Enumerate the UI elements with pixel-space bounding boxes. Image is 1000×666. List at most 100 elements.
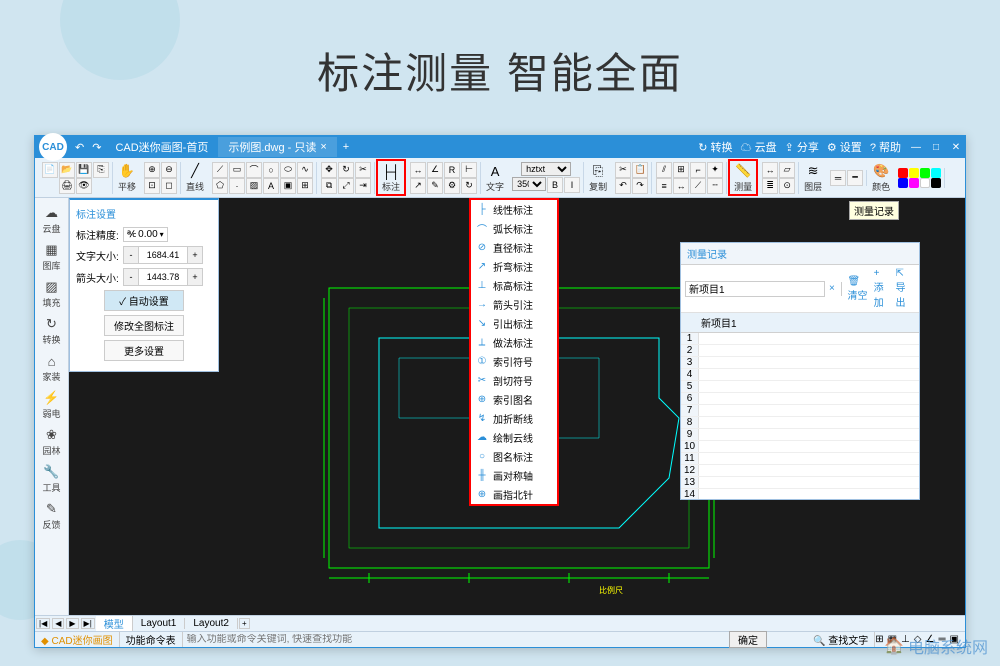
dropdown-item-10[interactable]: ⊕索引图名 bbox=[471, 390, 557, 409]
print-icon[interactable]: 🖨 bbox=[59, 178, 75, 194]
tab-home[interactable]: CAD迷你画图-首页 bbox=[105, 137, 218, 157]
close-button[interactable]: ✕ bbox=[947, 139, 965, 155]
linetype-icon[interactable]: ═ bbox=[830, 170, 846, 186]
block-icon[interactable]: ▣ bbox=[280, 178, 296, 194]
sidebar-item-3[interactable]: ↻转换 bbox=[37, 313, 67, 348]
project-input[interactable] bbox=[685, 281, 825, 297]
polygon-icon[interactable]: ⬠ bbox=[212, 178, 228, 194]
tab-next-icon[interactable]: ▶ bbox=[66, 618, 78, 629]
tab-first-icon[interactable]: |◀ bbox=[36, 618, 50, 629]
share-button[interactable]: ⇪ 分享 bbox=[785, 139, 819, 155]
add-button[interactable]: + 添加 bbox=[874, 268, 892, 309]
export-button[interactable]: ⇱ 导出 bbox=[896, 268, 915, 309]
lineweight-icon[interactable]: ━ bbox=[847, 170, 863, 186]
copy-button[interactable]: ⎘ 复制 bbox=[585, 161, 611, 194]
dim-continue-icon[interactable]: ⊢ bbox=[461, 162, 477, 178]
project-close-icon[interactable]: × bbox=[829, 283, 835, 294]
arrowsize-input[interactable] bbox=[138, 269, 188, 285]
fillet-icon[interactable]: ⌐ bbox=[690, 162, 706, 178]
dropdown-item-8[interactable]: ①索引符号 bbox=[471, 352, 557, 371]
list-row[interactable]: 9 bbox=[681, 429, 919, 441]
list-row[interactable]: 11 bbox=[681, 453, 919, 465]
zoomin-icon[interactable]: ⊕ bbox=[144, 162, 160, 178]
list-row[interactable]: 7 bbox=[681, 405, 919, 417]
tab-last-icon[interactable]: ▶| bbox=[81, 618, 95, 629]
dim-linear-icon[interactable]: ↔ bbox=[410, 162, 426, 178]
color-blue[interactable] bbox=[898, 178, 908, 188]
maximize-button[interactable]: □ bbox=[927, 139, 945, 155]
tab-close-icon[interactable]: × bbox=[320, 141, 326, 153]
app-logo[interactable]: CAD bbox=[39, 133, 67, 161]
sidebar-item-2[interactable]: ▨填充 bbox=[37, 276, 67, 311]
move-icon[interactable]: ✥ bbox=[321, 162, 337, 178]
dropdown-item-7[interactable]: ⟂做法标注 bbox=[471, 333, 557, 352]
more-settings-button[interactable]: 更多设置 bbox=[104, 340, 184, 361]
layout1-tab[interactable]: Layout1 bbox=[133, 618, 186, 629]
convert-button[interactable]: ↻ 转换 bbox=[698, 139, 732, 155]
area-icon[interactable]: ▱ bbox=[779, 162, 795, 178]
leader-icon[interactable]: ↗ bbox=[410, 178, 426, 194]
color-black[interactable] bbox=[931, 178, 941, 188]
dim-edit-icon[interactable]: ✎ bbox=[427, 178, 443, 194]
list-row[interactable]: 5 bbox=[681, 381, 919, 393]
text-icon[interactable]: A bbox=[263, 178, 279, 194]
dropdown-item-5[interactable]: →箭头引注 bbox=[471, 295, 557, 314]
tab-document[interactable]: 示例图.dwg - 只读× bbox=[218, 137, 336, 157]
textsize-stepper[interactable]: - + bbox=[123, 246, 203, 264]
id-icon[interactable]: ⊙ bbox=[779, 178, 795, 194]
arc-icon[interactable]: ⌒ bbox=[246, 162, 262, 178]
inc-button[interactable]: + bbox=[188, 247, 202, 263]
zoom-fit-icon[interactable]: ⊡ bbox=[144, 178, 160, 194]
color-yellow[interactable] bbox=[909, 168, 919, 178]
measure-button[interactable]: 📏 测量 bbox=[728, 159, 758, 196]
help-button[interactable]: ? 帮助 bbox=[870, 139, 901, 155]
arrowsize-stepper[interactable]: - + bbox=[123, 268, 203, 286]
hatch-icon[interactable]: ▨ bbox=[246, 178, 262, 194]
cut-icon[interactable]: ✂ bbox=[615, 162, 631, 178]
tab-add-icon[interactable]: + bbox=[337, 141, 355, 153]
stretch-icon[interactable]: ↔ bbox=[673, 178, 689, 194]
color-cyan[interactable] bbox=[931, 168, 941, 178]
array-icon[interactable]: ⊞ bbox=[673, 162, 689, 178]
dropdown-item-9[interactable]: ✂剖切符号 bbox=[471, 371, 557, 390]
list-row[interactable]: 8 bbox=[681, 417, 919, 429]
layout2-tab[interactable]: Layout2 bbox=[185, 618, 238, 629]
size-select[interactable]: 350 bbox=[512, 177, 546, 191]
cloud-button[interactable]: ☁ 云盘 bbox=[741, 139, 777, 155]
save-icon[interactable]: 💾 bbox=[76, 162, 92, 178]
rect-icon[interactable]: ▭ bbox=[229, 162, 245, 178]
list-row[interactable]: 2 bbox=[681, 345, 919, 357]
dec-button[interactable]: - bbox=[124, 269, 138, 285]
modify-all-button[interactable]: 修改全图标注 bbox=[104, 315, 184, 336]
list-row[interactable]: 13 bbox=[681, 477, 919, 489]
dropdown-item-4[interactable]: ⊥标高标注 bbox=[471, 276, 557, 295]
dropdown-item-2[interactable]: ⊘直径标注 bbox=[471, 238, 557, 257]
dec-button[interactable]: - bbox=[124, 247, 138, 263]
color-red[interactable] bbox=[898, 168, 908, 178]
sidebar-item-6[interactable]: ❀园林 bbox=[37, 424, 67, 459]
sidebar-item-7[interactable]: 🔧工具 bbox=[37, 461, 67, 496]
command-input[interactable] bbox=[183, 634, 729, 645]
list-row[interactable]: 3 bbox=[681, 357, 919, 369]
scale-icon[interactable]: ⤢ bbox=[338, 178, 354, 194]
sidebar-item-0[interactable]: ☁云盘 bbox=[37, 202, 67, 237]
cmd-list-button[interactable]: 功能命令表 bbox=[120, 632, 183, 647]
line-button[interactable]: ╱ 直线 bbox=[182, 161, 208, 194]
break-icon[interactable]: ╌ bbox=[707, 178, 723, 194]
dropdown-item-14[interactable]: ╫画对称轴 bbox=[471, 466, 557, 485]
color-magenta[interactable] bbox=[909, 178, 919, 188]
dim-update-icon[interactable]: ↻ bbox=[461, 178, 477, 194]
dropdown-item-15[interactable]: ⊕画指北针 bbox=[471, 485, 557, 504]
dropdown-item-0[interactable]: ├线性标注 bbox=[471, 200, 557, 219]
explode-icon[interactable]: ✦ bbox=[707, 162, 723, 178]
list-row[interactable]: 1 bbox=[681, 333, 919, 345]
rotate-icon[interactable]: ↻ bbox=[338, 162, 354, 178]
pan-button[interactable]: ✋ 平移 bbox=[114, 161, 140, 194]
tab-prev-icon[interactable]: ◀ bbox=[52, 618, 64, 629]
color-white[interactable] bbox=[920, 178, 930, 188]
dim-angle-icon[interactable]: ∠ bbox=[427, 162, 443, 178]
italic-button[interactable]: I bbox=[564, 177, 580, 193]
bold-button[interactable]: B bbox=[547, 177, 563, 193]
list-row[interactable]: 12 bbox=[681, 465, 919, 477]
ok-button[interactable]: 确定 bbox=[729, 631, 767, 648]
